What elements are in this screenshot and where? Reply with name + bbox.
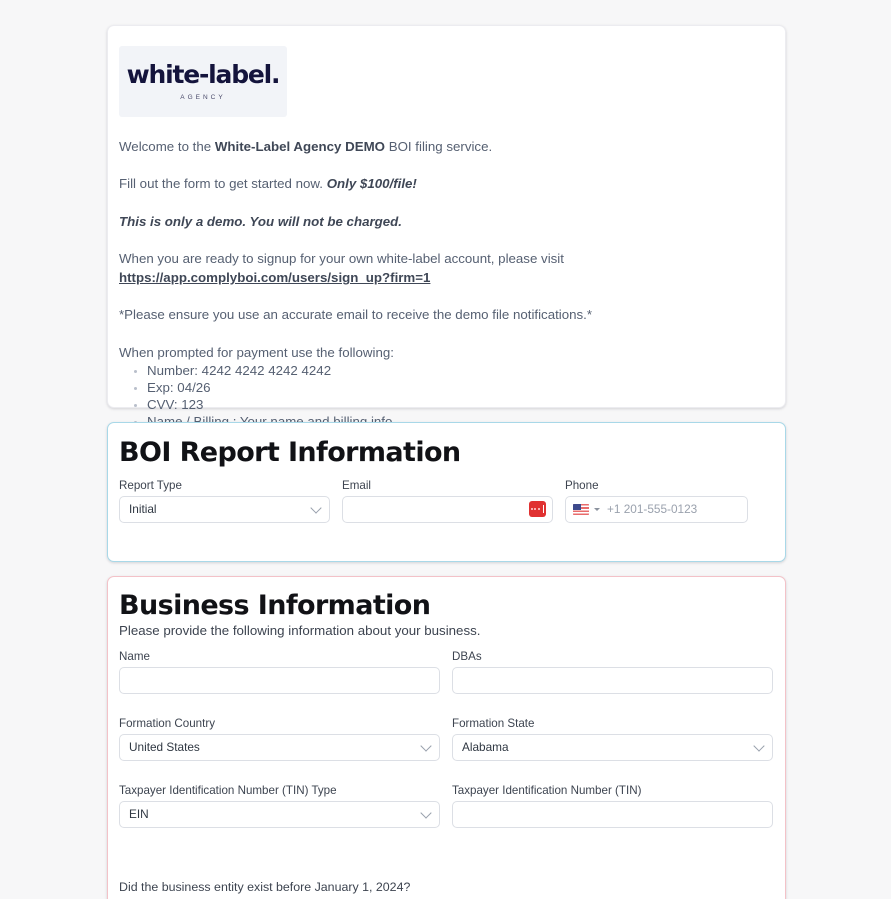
email-label: Email xyxy=(342,478,371,492)
field-dbas: DBAs xyxy=(452,650,773,694)
field-formation-country: Formation Country United States xyxy=(119,717,440,761)
list-item: CVV: 123 xyxy=(134,396,773,413)
formation-state-select[interactable]: Alabama xyxy=(452,733,773,761)
business-section-subtitle: Please provide the following information… xyxy=(119,622,481,638)
report-type-select[interactable]: Initial xyxy=(119,495,330,523)
business-section-title: Business Information xyxy=(119,590,431,621)
field-business-name: Name xyxy=(119,650,440,694)
tin-type-label: Taxpayer Identification Number (TIN) Typ… xyxy=(119,783,337,797)
signup-link[interactable]: https://app.complyboi.com/users/sign_up?… xyxy=(119,270,430,285)
formation-country-value: United States xyxy=(129,740,200,755)
tin-label: Taxpayer Identification Number (TIN) xyxy=(452,783,642,797)
tin-type-value: EIN xyxy=(129,807,149,822)
phone-label: Phone xyxy=(565,478,599,492)
phone-placeholder: +1 201-555-0123 xyxy=(607,502,698,517)
field-formation-state: Formation State Alabama xyxy=(452,717,773,761)
boi-section-title: BOI Report Information xyxy=(119,437,461,468)
phone-input[interactable]: +1 201-555-0123 xyxy=(565,495,748,523)
field-tin-type: Taxpayer Identification Number (TIN) Typ… xyxy=(119,784,440,828)
list-item: Number: 4242 4242 4242 4242 xyxy=(134,362,773,379)
email-accuracy-notice: *Please ensure you use an accurate email… xyxy=(119,307,593,323)
white-label-logo: white-label. AGENCY xyxy=(119,46,287,117)
formation-state-value: Alabama xyxy=(462,740,509,755)
fillout-prefix: Fill out the form to get started now. xyxy=(119,176,327,192)
business-name-input[interactable] xyxy=(119,666,440,694)
country-caret-icon[interactable] xyxy=(594,507,600,511)
formation-state-label: Formation State xyxy=(452,716,535,730)
page-root: white-label. AGENCY Welcome to the White… xyxy=(0,0,891,899)
password-manager-icon[interactable] xyxy=(529,501,546,518)
field-email: Email xyxy=(342,479,553,523)
chevron-down-icon xyxy=(310,502,322,515)
boi-report-card: BOI Report Information Report Type Initi… xyxy=(107,422,786,562)
welcome-line: Welcome to the White-Label Agency DEMO B… xyxy=(119,137,773,156)
intro-card: white-label. AGENCY Welcome to the White… xyxy=(107,25,786,429)
business-information-card: Business Information Please provide the … xyxy=(107,576,786,899)
business-name-label: Name xyxy=(119,649,150,663)
dbas-input[interactable] xyxy=(452,666,773,694)
field-tin: Taxpayer Identification Number (TIN) xyxy=(452,784,773,828)
report-type-label: Report Type xyxy=(119,478,182,492)
payment-intro: When prompted for payment use the follow… xyxy=(119,344,394,360)
logo-subtext: AGENCY xyxy=(180,94,226,101)
price-callout: Only $100/file! xyxy=(326,176,417,192)
welcome-brand: White-Label Agency DEMO xyxy=(214,139,386,154)
field-report-type: Report Type Initial xyxy=(119,479,330,523)
formation-country-select[interactable]: United States xyxy=(119,733,440,761)
us-flag-icon[interactable] xyxy=(573,503,589,515)
entity-existence-question: Did the business entity exist before Jan… xyxy=(119,879,411,894)
signup-text: When you are ready to signup for your ow… xyxy=(119,250,564,266)
dbas-label: DBAs xyxy=(452,649,482,663)
payment-details-list: Number: 4242 4242 4242 4242 Exp: 04/26 C… xyxy=(119,362,773,430)
formation-country-label: Formation Country xyxy=(119,716,216,730)
demo-notice: This is only a demo. You will not be cha… xyxy=(119,213,402,229)
tin-type-select[interactable]: EIN xyxy=(119,800,440,828)
email-input[interactable] xyxy=(342,495,553,523)
welcome-suffix: BOI filing service. xyxy=(385,139,493,154)
report-type-value: Initial xyxy=(129,502,157,517)
field-phone: Phone +1 201-555-0123 xyxy=(565,479,748,523)
welcome-prefix: Welcome to the xyxy=(119,139,215,154)
chevron-down-icon xyxy=(753,740,765,753)
tin-input[interactable] xyxy=(452,800,773,828)
fillout-line: Fill out the form to get started now. On… xyxy=(119,174,773,193)
intro-text-block: Welcome to the White-Label Agency DEMO B… xyxy=(108,137,785,430)
list-item: Exp: 04/26 xyxy=(134,379,773,396)
chevron-down-icon xyxy=(420,807,432,820)
logo-wordmark: white-label. xyxy=(126,60,281,89)
chevron-down-icon xyxy=(420,740,432,753)
